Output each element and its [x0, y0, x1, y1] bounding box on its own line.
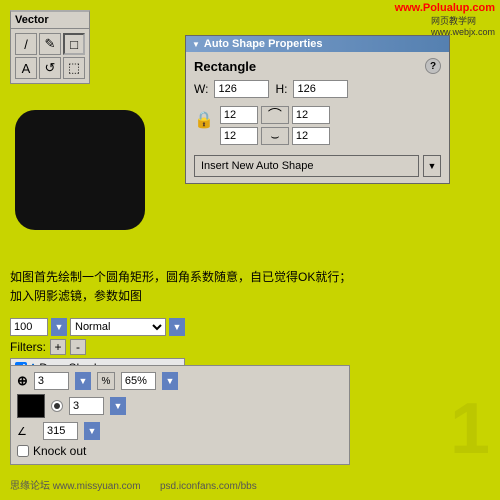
ds-percent-arrow[interactable]: ▼	[162, 372, 178, 390]
ds-xy-row: ⊕ ▼ % ▼	[17, 372, 343, 390]
line-tool-btn[interactable]: /	[15, 33, 37, 55]
ds-y-arrow[interactable]: ▼	[110, 397, 126, 415]
ds-color-swatch[interactable]	[17, 394, 45, 418]
corner-tr-input[interactable]	[292, 106, 330, 124]
opacity-dropdown-arrow[interactable]: ▼	[51, 318, 67, 336]
corner-br-input[interactable]	[292, 127, 330, 145]
footer-left: 思缘论坛 www.missyuan.com	[10, 477, 141, 492]
footer-right: psd.iconfans.com/bbs	[160, 481, 257, 492]
opacity-input[interactable]	[10, 318, 48, 336]
vector-panel: Vector / ✎ □ A ↺ ⬚	[10, 10, 90, 84]
watermark-text: www.Polualup.com	[395, 2, 495, 14]
vector-tools: / ✎ □ A ↺ ⬚	[11, 29, 89, 83]
ds-angle-arrow[interactable]: ▼	[84, 422, 100, 440]
opacity-row: ▼ Normal ▼	[10, 318, 185, 336]
ds-angle-icon: ∠	[17, 425, 37, 438]
auto-shape-panel: ▼ Auto Shape Properties Rectangle ? W: H…	[185, 35, 450, 184]
rotate-tool-btn[interactable]: ↺	[39, 57, 61, 79]
ds-angle-input[interactable]	[43, 422, 78, 440]
filters-label: Filters:	[10, 340, 46, 354]
panel-title: Auto Shape Properties	[204, 38, 323, 50]
corner-bl-input[interactable]	[220, 127, 258, 145]
remove-filter-button[interactable]: -	[70, 339, 86, 355]
shape-label: Rectangle ?	[194, 58, 441, 74]
pen-tool-btn[interactable]: ✎	[39, 33, 61, 55]
corner-bl-icon: ⌣	[261, 127, 289, 145]
drop-shadow-panel: ⊕ ▼ % ▼ ▼ ∠ ▼ Knock out	[10, 365, 350, 465]
knockout-label: Knock out	[33, 444, 86, 458]
ds-percent-input[interactable]	[121, 372, 156, 390]
corner-tl-icon: ⌒	[261, 106, 289, 124]
filters-label-row: Filters: + -	[10, 339, 185, 355]
select-tool-btn[interactable]: ⬚	[63, 57, 85, 79]
width-input[interactable]	[214, 80, 269, 98]
panel-body: Rectangle ? W: H: 🔒 ⌒ ⌣	[186, 52, 449, 183]
ds-y-input[interactable]	[69, 397, 104, 415]
panel-triangle-icon: ▼	[192, 40, 200, 49]
ds-color-row: ▼	[17, 394, 343, 418]
height-input[interactable]	[293, 80, 348, 98]
corner-tl-input[interactable]	[220, 106, 258, 124]
ds-angle-row: ∠ ▼	[17, 422, 343, 440]
help-button[interactable]: ?	[425, 58, 441, 74]
insert-row: Insert New Auto Shape ▼	[194, 155, 441, 177]
lock-icon[interactable]: 🔒	[194, 110, 214, 130]
corner-section: 🔒 ⌒ ⌣	[194, 106, 441, 145]
text-tool-btn[interactable]: A	[15, 57, 37, 79]
ds-move-icon: ⊕	[17, 373, 28, 389]
height-label: H:	[275, 82, 287, 96]
page-number: 1	[450, 388, 490, 470]
blend-mode-select[interactable]: Normal	[70, 318, 166, 336]
description-text: 如图首先绘制一个圆角矩形，圆角系数随意，自已觉得OK就行； 加入阴影滤镜，参数如…	[10, 268, 351, 306]
panel-titlebar: ▼ Auto Shape Properties	[186, 36, 449, 52]
shape-preview	[15, 110, 145, 230]
vector-panel-title: Vector	[11, 12, 89, 29]
ds-x-input[interactable]	[34, 372, 69, 390]
wh-row: W: H:	[194, 80, 441, 98]
rect-tool-btn[interactable]: □	[63, 33, 85, 55]
width-label: W:	[194, 82, 208, 96]
watermark-text2: 网页教学网 www.webjx.com	[431, 14, 495, 37]
ds-radio-button[interactable]	[51, 400, 63, 412]
knockout-checkbox[interactable]	[17, 445, 29, 457]
blend-mode-arrow[interactable]: ▼	[169, 318, 185, 336]
add-filter-button[interactable]: +	[50, 339, 66, 355]
knockout-row: Knock out	[17, 444, 343, 458]
insert-dropdown-arrow[interactable]: ▼	[423, 155, 441, 177]
ds-x-arrow[interactable]: ▼	[75, 372, 91, 390]
ds-percent-icon: %	[97, 372, 115, 390]
insert-new-auto-shape-button[interactable]: Insert New Auto Shape	[194, 155, 419, 177]
